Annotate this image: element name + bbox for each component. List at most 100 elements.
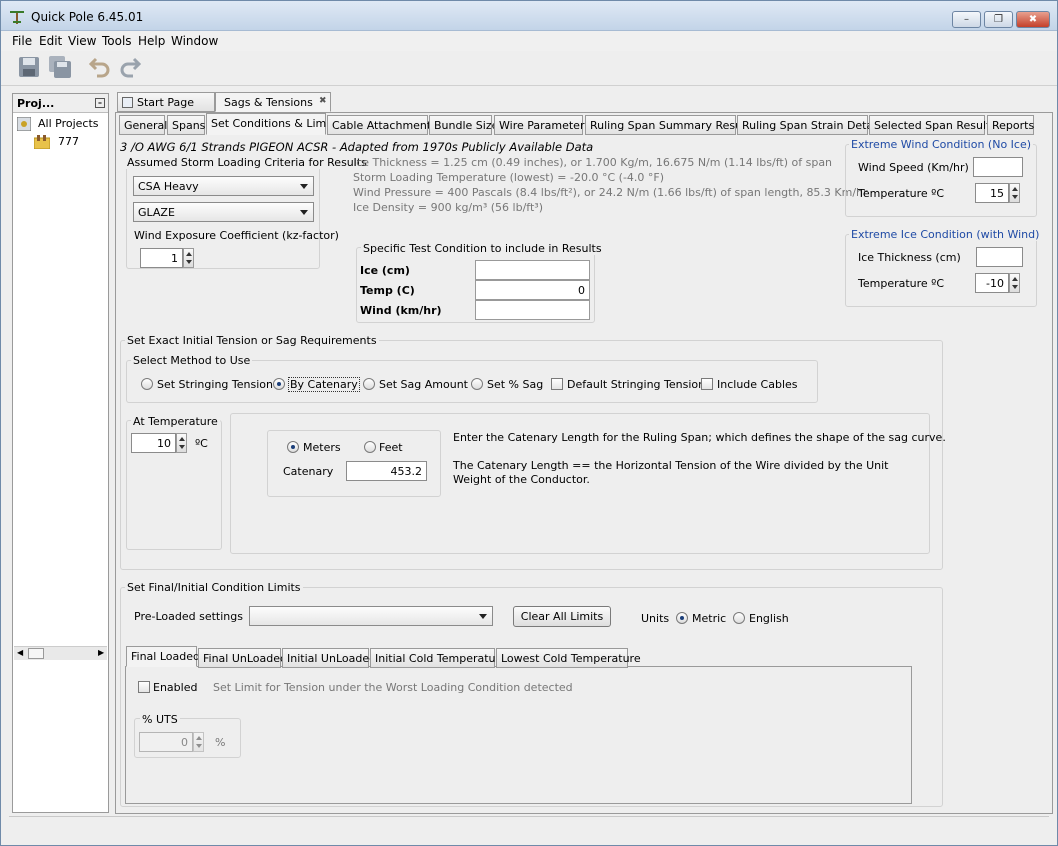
menu-file[interactable]: File (12, 34, 32, 48)
menu-view[interactable]: View (68, 34, 96, 48)
wind-temp-spinner[interactable] (1009, 183, 1020, 203)
minimize-button[interactable]: – (952, 11, 981, 28)
tree-item-all-projects[interactable]: All Projects (38, 117, 99, 130)
wind-temp-input[interactable]: 15 (975, 183, 1009, 203)
test-wind-label: Wind (km/hr) (360, 304, 442, 317)
tab-lowest-cold-temp[interactable]: Lowest Cold Temperature (496, 648, 641, 668)
at-temperature-input[interactable]: 10 (131, 433, 176, 453)
tab-selected-span-results[interactable]: Selected Span Results (869, 115, 996, 135)
label-feet[interactable]: Feet (379, 441, 403, 454)
test-temp-input[interactable]: 0 (475, 280, 590, 300)
units-label: Units (641, 612, 670, 625)
label-by-catenary[interactable]: By Catenary (288, 377, 360, 392)
save-icon[interactable] (17, 55, 41, 79)
tab-sags-tensions[interactable]: Sags & Tensions ✖ (215, 92, 331, 112)
ice-temp-spinner[interactable] (1009, 273, 1020, 293)
storm-type-select[interactable]: GLAZE (133, 202, 314, 222)
kz-factor-label: Wind Exposure Coefficient (kz-factor) (134, 229, 339, 242)
menu-edit[interactable]: Edit (39, 34, 62, 48)
kz-factor-input[interactable]: 1 (140, 248, 183, 268)
restore-button[interactable]: ❐ (984, 11, 1013, 28)
tab-set-conditions-limits[interactable]: Set Conditions & Limits (206, 113, 339, 135)
tab-cable-attachments[interactable]: Cable Attachments (327, 115, 437, 135)
ice-thickness-input[interactable] (976, 247, 1023, 267)
label-set-stringing-tension[interactable]: Set Stringing Tension (157, 378, 273, 391)
at-temperature-unit: ºC (195, 437, 208, 450)
tab-final-unloaded[interactable]: Final UnLoaded (198, 648, 287, 668)
toolbar (1, 51, 1057, 86)
radio-feet[interactable] (364, 441, 376, 453)
tree-item-777[interactable]: 777 (58, 135, 79, 148)
menu-tools[interactable]: Tools (102, 34, 132, 48)
uts-spinner[interactable] (193, 732, 204, 752)
tab-wire-parameters[interactable]: Wire Parameters (494, 115, 590, 135)
label-set-sag-amount[interactable]: Set Sag Amount (379, 378, 468, 391)
tab-spans[interactable]: Spans (167, 115, 205, 135)
label-metric[interactable]: Metric (692, 612, 726, 625)
clear-all-limits-button[interactable]: Clear All Limits (513, 606, 611, 627)
catenary-help-1: Enter the Catenary Length for the Ruling… (453, 431, 946, 444)
tab-ruling-span-summary[interactable]: Ruling Span Summary Results (585, 115, 755, 135)
uts-input[interactable]: 0 (139, 732, 193, 752)
storm-criteria-value: CSA Heavy (138, 180, 199, 193)
project-tree-title: Proj... (17, 97, 55, 110)
project-tree-header: Proj... – (13, 94, 108, 113)
label-include-cables[interactable]: Include Cables (717, 378, 798, 391)
tab-general[interactable]: General (119, 115, 167, 135)
check-include-cables[interactable] (701, 378, 713, 390)
tree-horizontal-scrollbar[interactable]: ◀ ▶ (14, 646, 107, 660)
close-button[interactable]: ✖ (1016, 11, 1050, 28)
status-bar (9, 816, 1049, 838)
catenary-label: Catenary (283, 465, 334, 478)
tab-bundle-size[interactable]: Bundle Size (429, 115, 498, 135)
tab-ruling-span-strain[interactable]: Ruling Span Strain Details (737, 115, 885, 135)
project-tree-panel: Proj... – All Projects 777 ◀ ▶ (12, 93, 109, 813)
label-english[interactable]: English (749, 612, 789, 625)
radio-meters[interactable] (287, 441, 299, 453)
collapse-panel-icon[interactable]: – (95, 98, 105, 108)
scroll-right-icon[interactable]: ▶ (98, 648, 104, 657)
radio-set-pct-sag[interactable] (471, 378, 483, 390)
at-temperature-title: At Temperature (131, 415, 220, 428)
extreme-ice-title: Extreme Ice Condition (with Wind) (849, 228, 1042, 241)
radio-english[interactable] (733, 612, 745, 624)
tab-reports[interactable]: Reports (987, 115, 1034, 135)
ice-temp-input[interactable]: -10 (975, 273, 1009, 293)
tab-start-page[interactable]: Start Page (117, 92, 215, 112)
test-wind-input[interactable] (475, 300, 590, 320)
tab-initial-unloaded[interactable]: Initial UnLoaded (282, 648, 376, 668)
info-storm-temp: Storm Loading Temperature (lowest) = -20… (353, 171, 665, 184)
undo-icon[interactable] (88, 55, 112, 79)
radio-set-stringing-tension[interactable] (141, 378, 153, 390)
scroll-left-icon[interactable]: ◀ (17, 648, 23, 657)
ice-thickness-label: Ice Thickness (cm) (858, 251, 961, 264)
catenary-input[interactable]: 453.2 (346, 461, 427, 481)
radio-metric[interactable] (676, 612, 688, 624)
radio-by-catenary[interactable] (273, 378, 285, 390)
storm-criteria-select[interactable]: CSA Heavy (133, 176, 314, 196)
label-default-stringing-tensions[interactable]: Default Stringing Tensions (567, 378, 711, 391)
menu-help[interactable]: Help (138, 34, 165, 48)
storm-type-value: GLAZE (138, 206, 175, 219)
wind-speed-input[interactable] (973, 157, 1023, 177)
check-default-stringing-tensions[interactable] (551, 378, 563, 390)
page-icon (122, 97, 133, 108)
kz-factor-spinner[interactable] (183, 248, 194, 268)
label-set-pct-sag[interactable]: Set % Sag (487, 378, 543, 391)
save-all-icon[interactable] (48, 55, 72, 79)
redo-icon[interactable] (118, 55, 142, 79)
close-tab-icon[interactable]: ✖ (319, 96, 327, 106)
label-meters[interactable]: Meters (303, 441, 341, 454)
at-temperature-spinner[interactable] (176, 433, 187, 453)
menu-window[interactable]: Window (171, 34, 218, 48)
tab-final-loaded[interactable]: Final Loaded (126, 646, 200, 667)
radio-set-sag-amount[interactable] (363, 378, 375, 390)
tab-initial-cold-temp[interactable]: Initial Cold Temperature (370, 648, 507, 668)
preloaded-select[interactable] (249, 606, 493, 626)
chevron-down-icon (300, 184, 308, 189)
test-ice-input[interactable] (475, 260, 590, 280)
uts-unit: % (215, 736, 226, 749)
check-enabled[interactable] (138, 681, 150, 693)
scroll-thumb[interactable] (28, 648, 44, 659)
label-enabled[interactable]: Enabled (153, 681, 197, 694)
